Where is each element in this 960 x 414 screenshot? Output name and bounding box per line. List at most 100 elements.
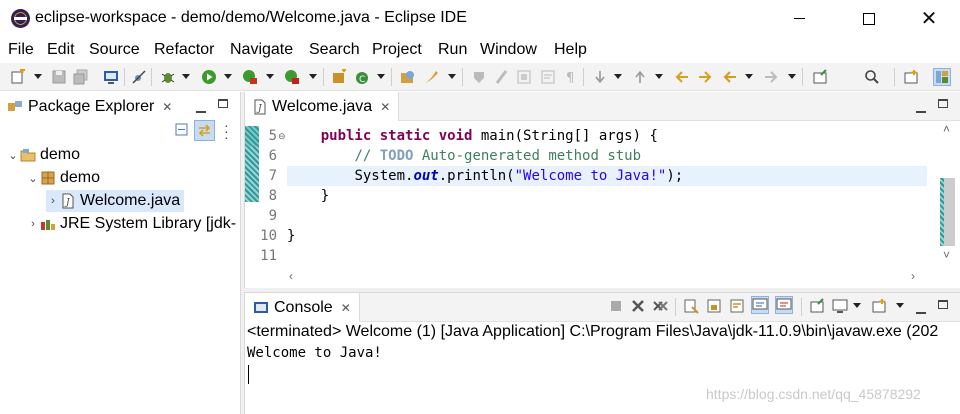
- console-output[interactable]: Welcome to Java!: [247, 345, 382, 361]
- show-whitespace-icon[interactable]: ¶: [563, 69, 579, 85]
- tree-item-jre-library[interactable]: › JRE System Library [jdk-: [26, 213, 236, 235]
- close-button[interactable]: ✕: [906, 0, 952, 38]
- view-menu-icon[interactable]: · · ·: [224, 118, 229, 144]
- remove-all-terminated-icon[interactable]: [652, 298, 668, 314]
- menu-window[interactable]: Window: [480, 41, 537, 59]
- previous-annotation-icon[interactable]: [632, 69, 648, 85]
- package-explorer-tab[interactable]: Package Explorer ✕: [0, 92, 173, 121]
- minimize-button[interactable]: [776, 0, 822, 38]
- maximize-view-icon[interactable]: [218, 97, 228, 111]
- display-selected-console-icon[interactable]: [832, 298, 848, 314]
- toggle-word-wrap-icon[interactable]: [540, 69, 556, 85]
- clear-console-icon[interactable]: [683, 298, 699, 314]
- code-editor[interactable]: public static void main(String[] args) {…: [287, 122, 927, 267]
- display-console-dropdown-icon[interactable]: [853, 303, 861, 308]
- java-perspective-icon[interactable]: [933, 68, 951, 86]
- new-class-dropdown-icon[interactable]: [377, 74, 385, 79]
- coverage-icon[interactable]: [242, 69, 258, 85]
- collapse-all-icon[interactable]: [175, 123, 189, 140]
- editor-tab-welcome-java[interactable]: J Welcome.java ✕: [245, 92, 400, 121]
- menu-file[interactable]: File: [8, 41, 34, 59]
- task-dropdown-icon[interactable]: [448, 74, 456, 79]
- close-view-icon[interactable]: ✕: [162, 100, 172, 114]
- chevron-down-icon[interactable]: ⌄: [26, 172, 40, 185]
- save-icon[interactable]: [51, 69, 67, 85]
- debug-icon[interactable]: [160, 69, 176, 85]
- close-console-icon[interactable]: ✕: [341, 301, 351, 315]
- coverage-dropdown-icon[interactable]: [266, 74, 274, 79]
- editor-vertical-scrollbar[interactable]: ˄ ˅: [927, 122, 960, 267]
- debug-dropdown-icon[interactable]: [182, 74, 190, 79]
- new-dropdown-icon[interactable]: [34, 74, 42, 79]
- back-dropdown-icon[interactable]: [745, 74, 753, 79]
- scroll-right-icon[interactable]: ›: [911, 269, 915, 283]
- external-tools-icon[interactable]: [284, 69, 300, 85]
- show-console-on-output-icon[interactable]: [751, 296, 769, 314]
- fold-collapse-icon[interactable]: ⊖: [278, 131, 286, 142]
- package-explorer-title: Package Explorer: [28, 97, 155, 115]
- console-tab[interactable]: Console ✕: [245, 293, 360, 322]
- open-perspective-icon[interactable]: [903, 69, 919, 85]
- toggle-highlight-icon[interactable]: [494, 69, 510, 85]
- link-with-editor-icon[interactable]: [194, 120, 215, 141]
- scroll-down-icon[interactable]: ˅: [943, 248, 950, 262]
- menu-run[interactable]: Run: [438, 41, 467, 59]
- terminal-icon[interactable]: [103, 69, 119, 85]
- scroll-lock-icon[interactable]: [706, 298, 722, 314]
- forward-dropdown-icon[interactable]: [788, 74, 796, 79]
- back-icon[interactable]: [722, 69, 738, 85]
- toggle-mark-occurrences-icon[interactable]: [471, 69, 487, 85]
- external-tools-dropdown-icon[interactable]: [309, 74, 317, 79]
- save-all-icon[interactable]: [73, 69, 89, 85]
- menu-source[interactable]: Source: [89, 41, 140, 59]
- open-task-icon[interactable]: [424, 69, 440, 85]
- menu-edit[interactable]: Edit: [47, 41, 75, 59]
- minimize-editor-icon[interactable]: [916, 102, 926, 116]
- new-icon[interactable]: [10, 69, 26, 85]
- search-icon[interactable]: [864, 69, 880, 85]
- forward-icon[interactable]: [763, 69, 779, 85]
- remove-launch-icon[interactable]: [630, 298, 646, 314]
- minimize-view-icon[interactable]: [196, 102, 206, 116]
- minimize-console-icon[interactable]: [916, 303, 926, 317]
- next-annotation-icon[interactable]: [592, 69, 608, 85]
- maximize-button[interactable]: [846, 0, 892, 38]
- new-java-package-icon[interactable]: [331, 69, 347, 85]
- last-edit-location-icon[interactable]: [674, 69, 690, 85]
- menu-help[interactable]: Help: [554, 41, 587, 59]
- forward-edit-location-icon[interactable]: [697, 69, 713, 85]
- close-editor-icon[interactable]: ✕: [380, 100, 390, 114]
- open-console-dropdown-icon[interactable]: [896, 303, 904, 308]
- pin-console-icon[interactable]: [809, 298, 825, 314]
- menu-refactor[interactable]: Refactor: [154, 41, 214, 59]
- line-number: 11: [260, 248, 277, 264]
- previous-annotation-dropdown-icon[interactable]: [655, 74, 663, 79]
- next-annotation-dropdown-icon[interactable]: [614, 74, 622, 79]
- scroll-up-icon[interactable]: ˄: [943, 122, 950, 136]
- scroll-left-icon[interactable]: ‹: [289, 269, 293, 283]
- chevron-right-icon[interactable]: ›: [46, 195, 60, 207]
- tree-item-package[interactable]: ⌄ demo: [26, 167, 100, 189]
- toggle-block-selection-icon[interactable]: [516, 69, 532, 85]
- maximize-editor-icon[interactable]: [938, 97, 948, 111]
- menu-project[interactable]: Project: [372, 41, 422, 59]
- skip-breakpoints-icon[interactable]: [131, 69, 147, 85]
- tree-item-welcome-java[interactable]: › J Welcome.java: [46, 190, 185, 212]
- menu-search[interactable]: Search: [309, 41, 360, 59]
- terminate-icon[interactable]: [608, 298, 624, 314]
- run-dropdown-icon[interactable]: [224, 74, 232, 79]
- maximize-console-icon[interactable]: [938, 298, 948, 312]
- open-type-icon[interactable]: [400, 69, 416, 85]
- chevron-down-icon[interactable]: ⌄: [6, 149, 20, 162]
- tree-item-project[interactable]: ⌄ demo: [6, 144, 80, 166]
- maximize-icon: [863, 12, 875, 25]
- editor-horizontal-scrollbar[interactable]: ‹ ›: [287, 267, 927, 288]
- menu-navigate[interactable]: Navigate: [230, 41, 293, 59]
- show-console-on-error-icon[interactable]: [775, 296, 793, 314]
- open-console-icon[interactable]: [871, 298, 887, 314]
- chevron-right-icon[interactable]: ›: [26, 218, 40, 230]
- word-wrap-icon[interactable]: [729, 298, 745, 314]
- pin-editor-icon[interactable]: [812, 69, 828, 85]
- run-icon[interactable]: [201, 69, 217, 85]
- new-java-class-icon[interactable]: C: [355, 69, 371, 85]
